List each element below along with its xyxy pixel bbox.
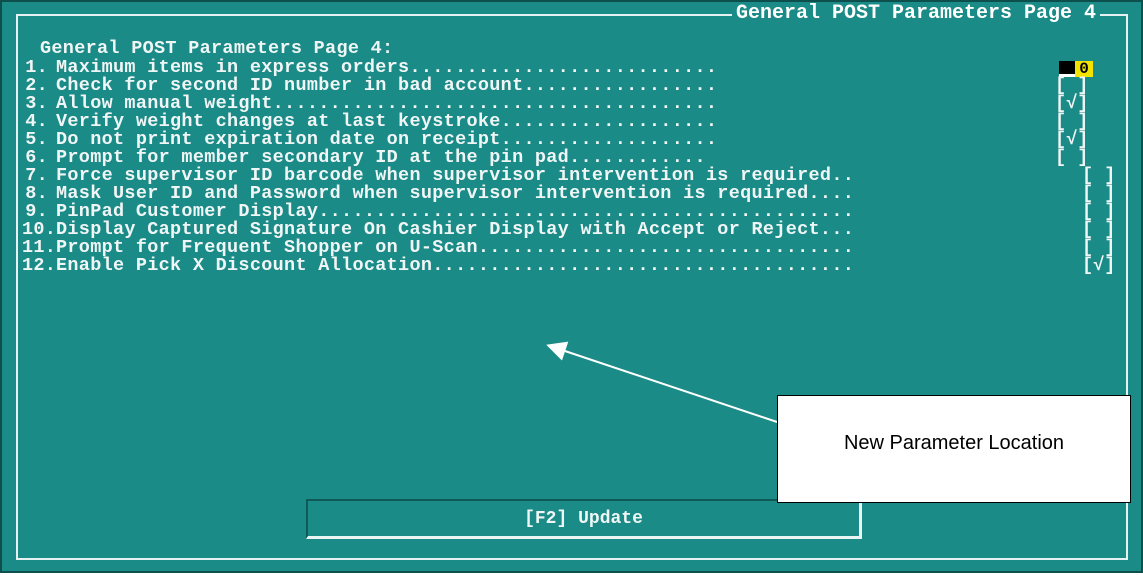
callout-text: New Parameter Location [843, 432, 1065, 454]
terminal-screen: General POST Parameters Page 4 General P… [0, 0, 1143, 573]
callout-box: New Parameter Location [777, 395, 1131, 503]
